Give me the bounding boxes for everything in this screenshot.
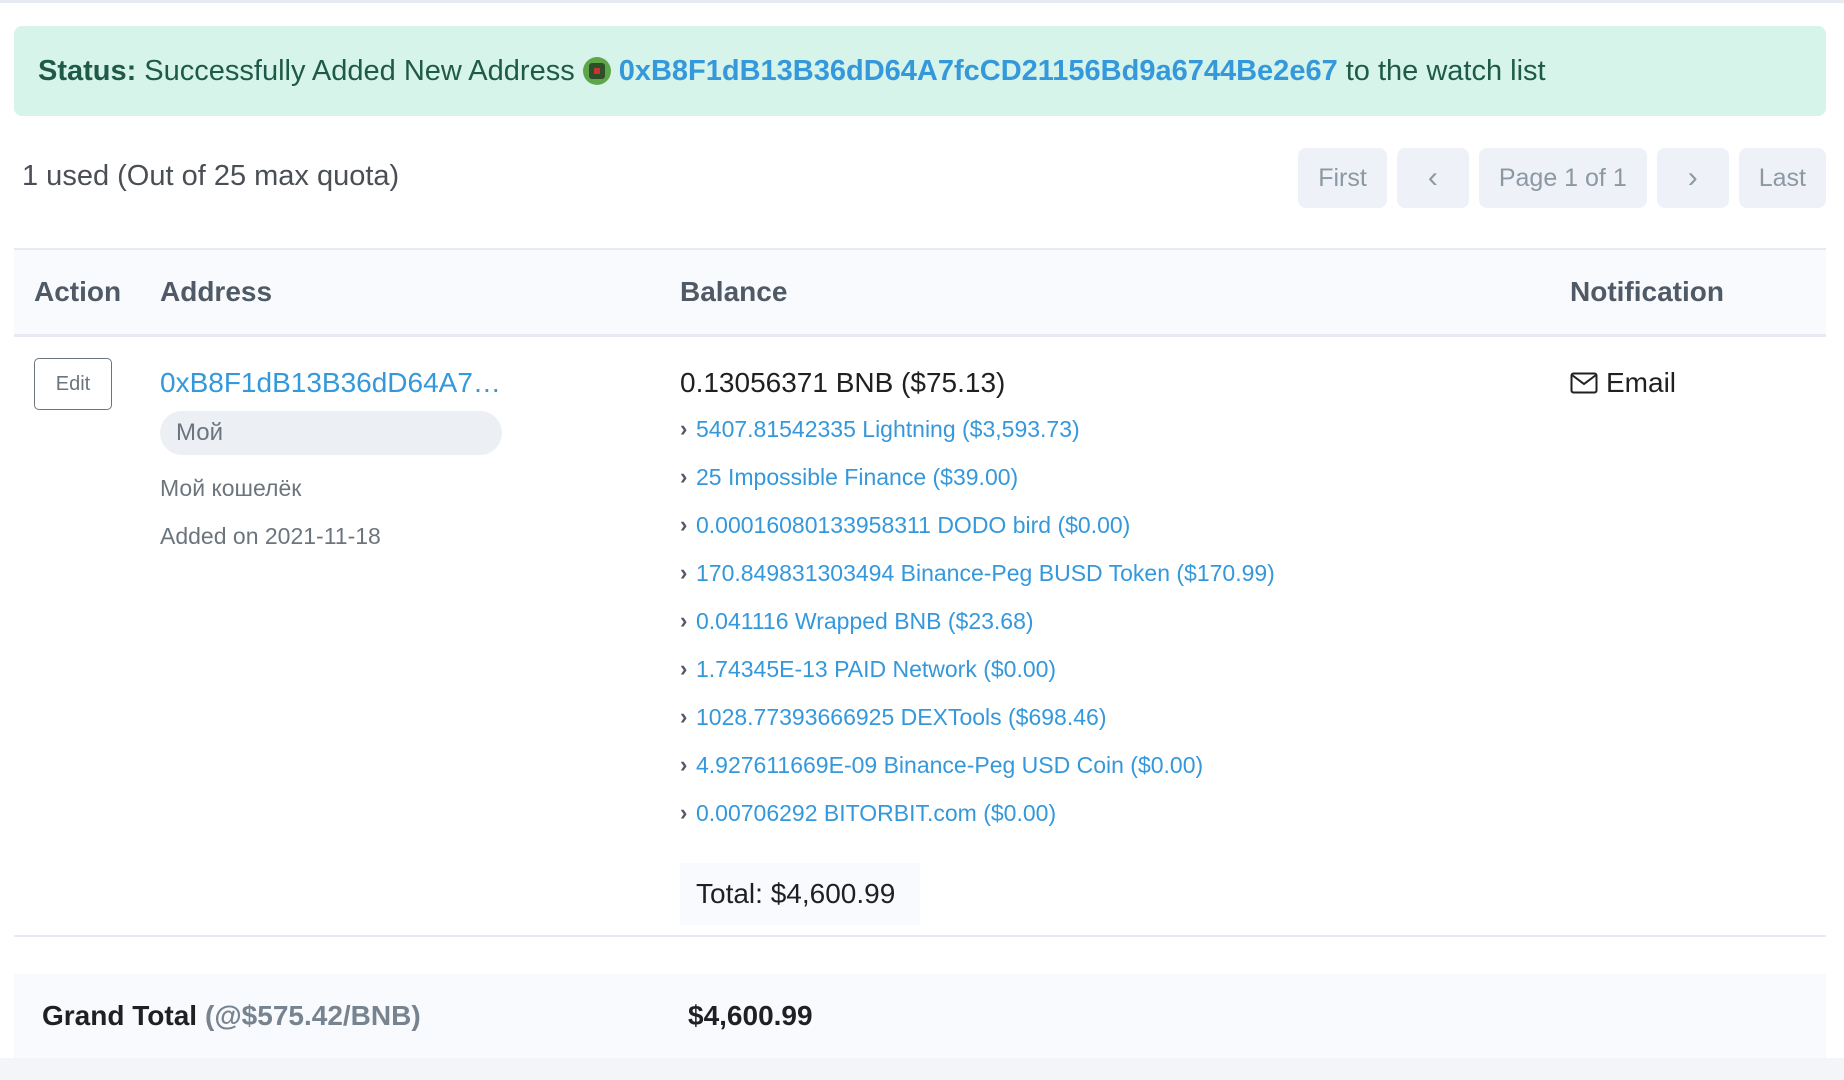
token-label: 25 Impossible Finance ($39.00) [696, 464, 1019, 490]
token-item[interactable]: › 5407.81542335 Lightning ($3,593.73) [680, 416, 1275, 464]
grand-total-bar: Grand Total (@$575.42/BNB) $4,600.99 [14, 974, 1826, 1058]
token-item[interactable]: › 25 Impossible Finance ($39.00) [680, 464, 1275, 512]
chevron-right-icon: › [680, 560, 688, 585]
token-item[interactable]: › 1028.77393666925 DEXTools ($698.46) [680, 704, 1275, 752]
chevron-left-icon: ‹ [1427, 161, 1438, 194]
chevron-right-icon: › [680, 416, 688, 441]
token-label: 4.927611669E-09 Binance-Peg USD Coin ($0… [696, 752, 1204, 778]
grand-total-value: $4,600.99 [688, 1000, 813, 1031]
header-action: Action [34, 276, 122, 307]
watchlist-table: Action Address Balance Notification Edit… [14, 248, 1826, 937]
token-label: 170.849831303494 Binance-Peg BUSD Token … [696, 560, 1275, 586]
token-item[interactable]: › 1.74345E-13 PAID Network ($0.00) [680, 656, 1275, 704]
header-notification: Notification [1570, 276, 1724, 307]
table-row: Edit 0xB8F1dB13B36dD64A7… Мой Мой кошелё… [14, 337, 1826, 937]
chevron-right-icon: › [680, 800, 688, 825]
chevron-right-icon: › [680, 752, 688, 777]
status-address-link[interactable]: 0xB8F1dB13B36dD64A7fcCD21156Bd9a6744Be2e… [619, 55, 1338, 88]
token-item[interactable]: › 0.00706292 BITORBIT.com ($0.00) [680, 800, 1275, 848]
notification-label: Email [1606, 367, 1677, 398]
chevron-right-icon: › [680, 608, 688, 633]
next-page-button[interactable]: › [1656, 148, 1729, 208]
token-label: 0.00706292 BITORBIT.com ($0.00) [696, 800, 1057, 826]
blockie-avatar-icon [582, 57, 611, 85]
token-label: 1.74345E-13 PAID Network ($0.00) [696, 656, 1057, 682]
watchlist-page: Status: Successfully Added New Address 0… [0, 0, 1844, 1080]
address-link[interactable]: 0xB8F1dB13B36dD64A7… [160, 367, 501, 399]
bnb-balance: 0.13056371 BNB ($75.13) [680, 367, 1006, 398]
token-label: 5407.81542335 Lightning ($3,593.73) [696, 416, 1080, 442]
bnb-rate: (@$575.42/BNB) [205, 1000, 421, 1031]
chevron-right-icon: › [680, 704, 688, 729]
token-item[interactable]: › 0.041116 Wrapped BNB ($23.68) [680, 608, 1275, 656]
chevron-right-icon: › [680, 464, 688, 489]
address-tag: Мой [160, 411, 502, 455]
last-page-button[interactable]: Last [1738, 148, 1826, 208]
token-item[interactable]: › 0.00016080133958311 DODO bird ($0.00) [680, 512, 1275, 560]
header-address: Address [160, 276, 273, 307]
prev-page-button[interactable]: ‹ [1396, 148, 1469, 208]
bottom-edge [0, 1058, 1844, 1080]
address-note: Мой кошелёк [160, 475, 302, 501]
chevron-right-icon: › [1687, 161, 1698, 194]
status-message: Successfully Added New Address [144, 54, 575, 87]
first-page-button[interactable]: First [1298, 148, 1387, 208]
token-label: 0.041116 Wrapped BNB ($23.68) [696, 608, 1034, 634]
grand-total-label: Grand Total [42, 1000, 198, 1031]
notification-setting: Email [1570, 367, 1676, 399]
token-label: 1028.77393666925 DEXTools ($698.46) [696, 704, 1107, 730]
chevron-right-icon: › [680, 656, 688, 681]
status-message-suffix: to the watch list [1345, 54, 1546, 87]
header-balance: Balance [680, 276, 788, 307]
envelope-icon [1570, 372, 1598, 394]
status-label: Status: [38, 54, 137, 87]
quota-text: 1 used (Out of 25 max quota) [22, 160, 400, 192]
status-alert: Status: Successfully Added New Address 0… [14, 26, 1826, 116]
grand-total-label-group: Grand Total (@$575.42/BNB) [42, 974, 421, 1058]
top-divider [0, 0, 1844, 3]
row-total: Total: $4,600.99 [680, 863, 920, 925]
token-item[interactable]: › 170.849831303494 Binance-Peg BUSD Token… [680, 560, 1275, 608]
chevron-right-icon: › [680, 512, 688, 537]
page-indicator: Page 1 of 1 [1478, 148, 1647, 208]
token-item[interactable]: › 4.927611669E-09 Binance-Peg USD Coin ($… [680, 752, 1275, 800]
token-list: › 5407.81542335 Lightning ($3,593.73) › 25… [680, 416, 1275, 848]
edit-button[interactable]: Edit [34, 358, 112, 410]
added-date: Added on 2021-11-18 [160, 523, 381, 549]
token-label: 0.00016080133958311 DODO bird ($0.00) [696, 512, 1131, 538]
table-header: Action Address Balance Notification [14, 248, 1826, 337]
pagination: First ‹ Page 1 of 1 › Last [1298, 148, 1826, 208]
